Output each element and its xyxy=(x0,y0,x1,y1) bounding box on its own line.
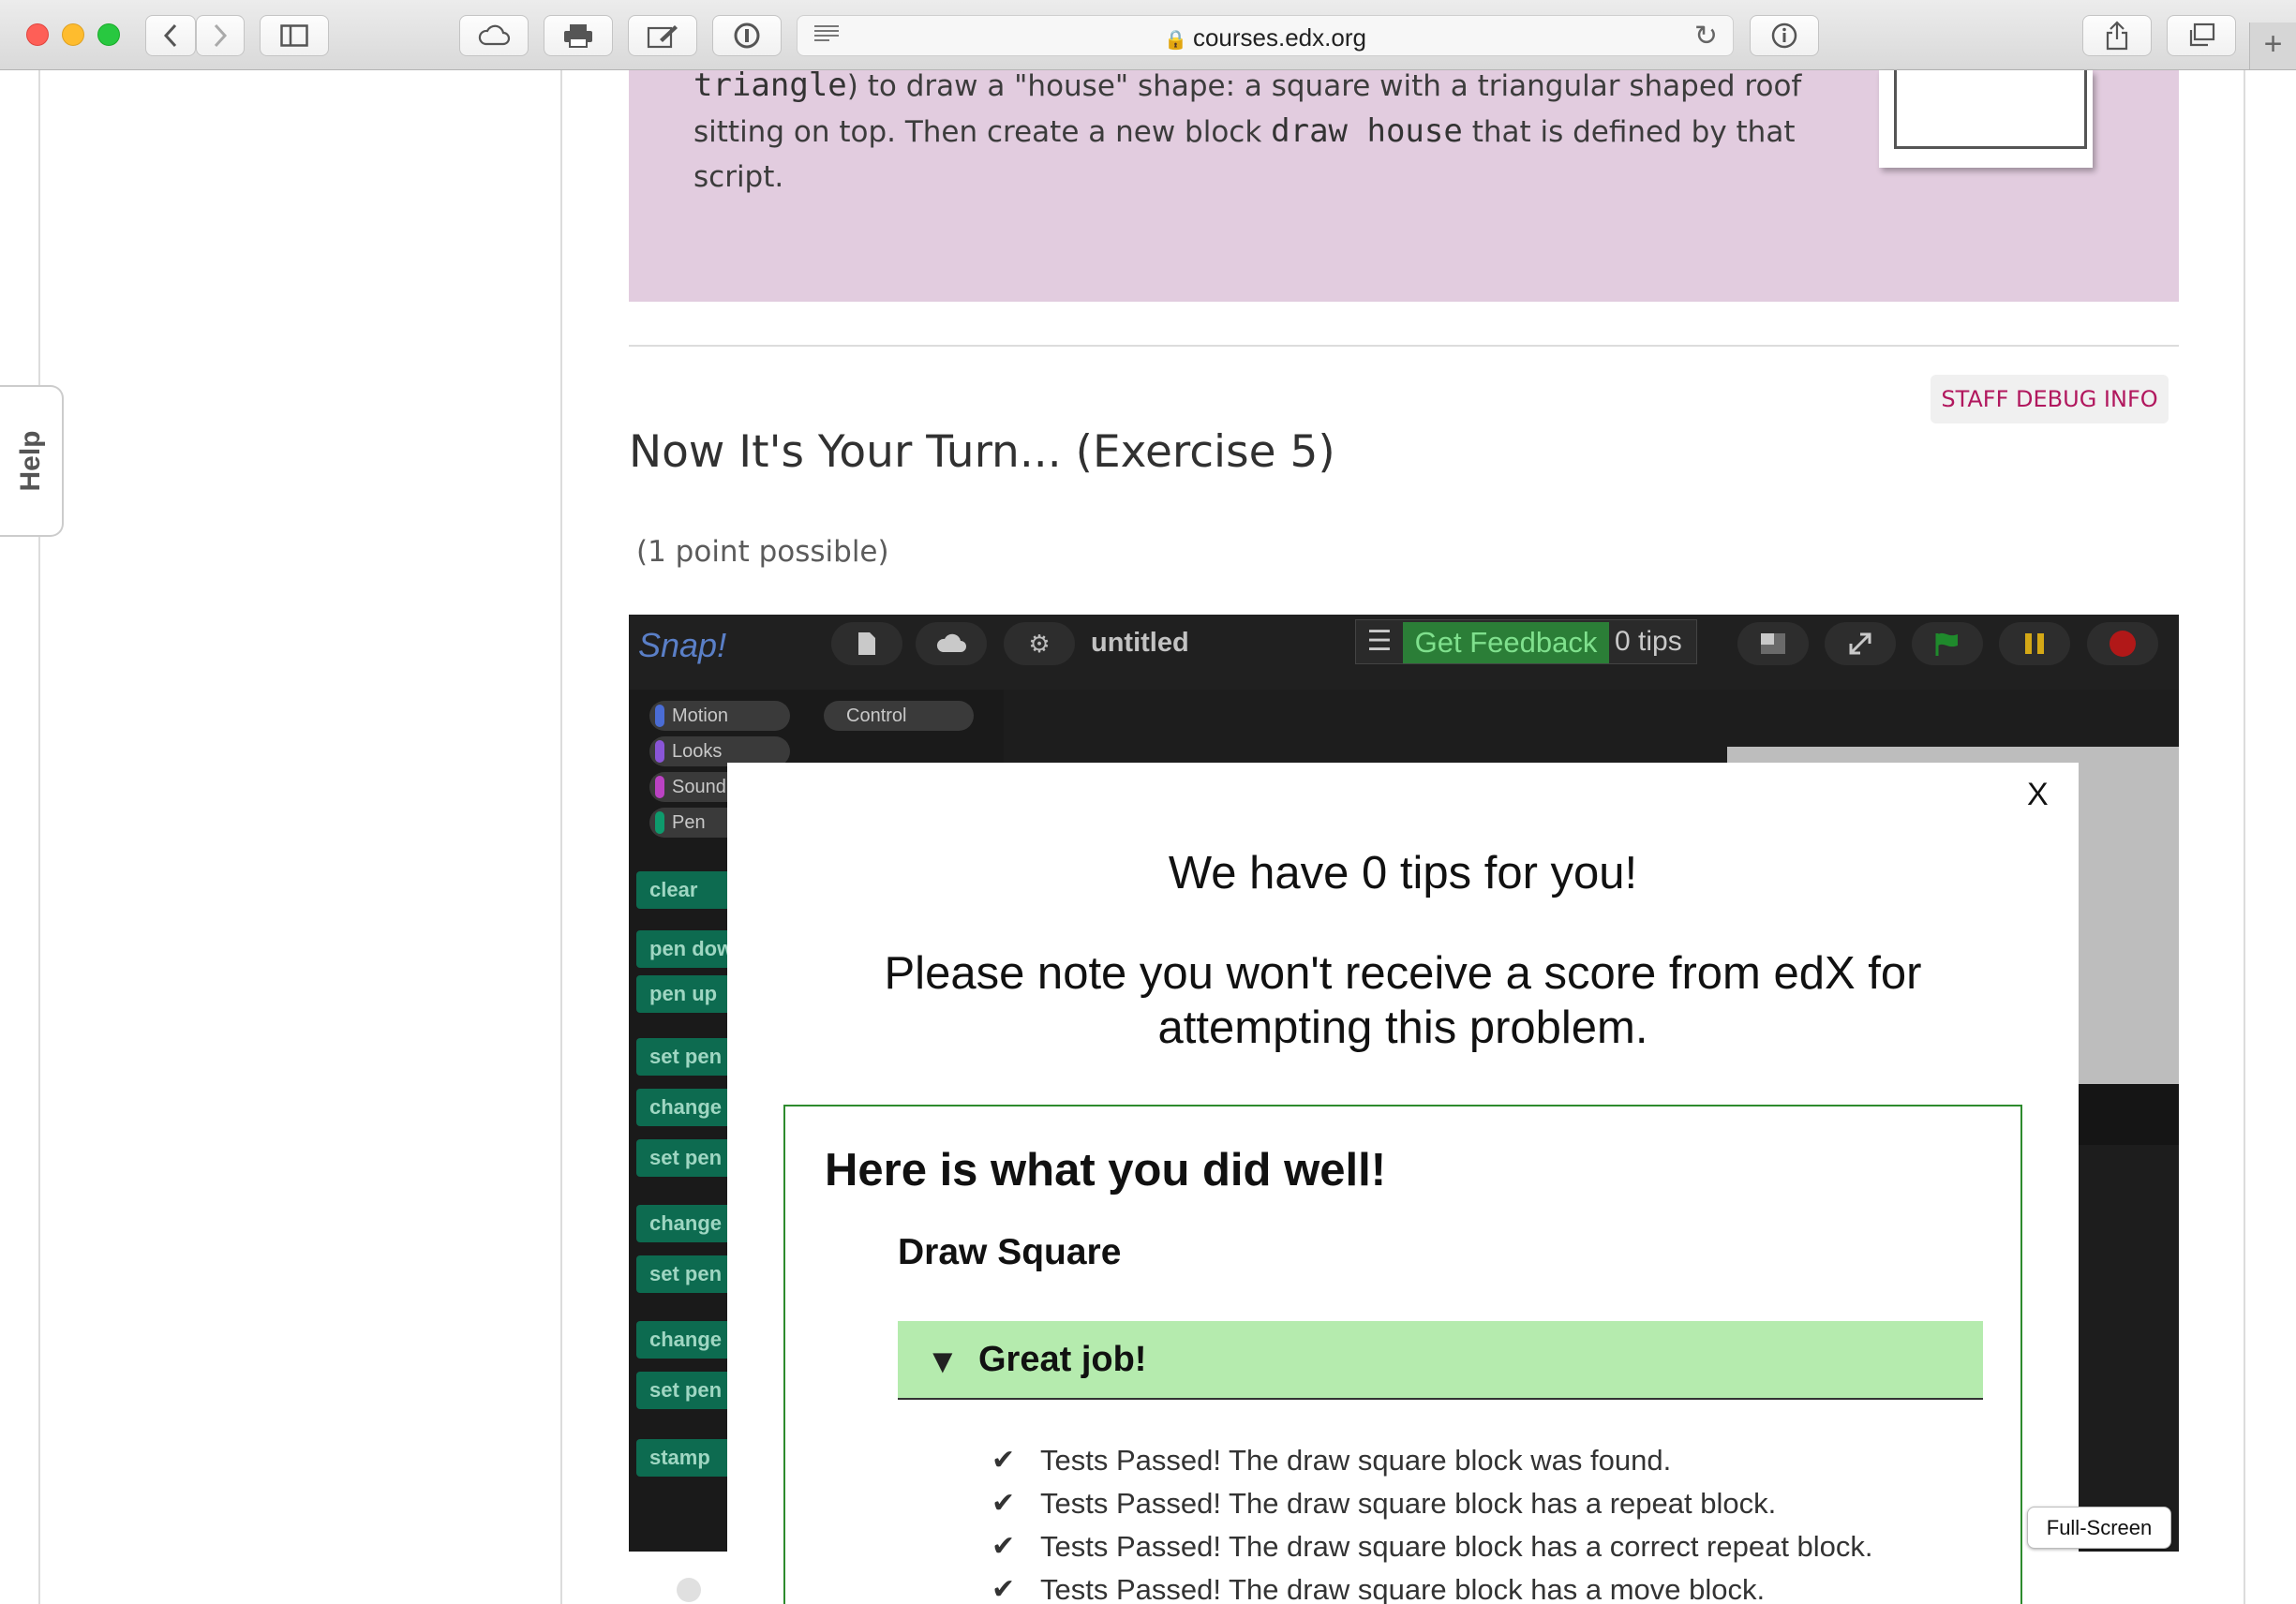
house-example-image xyxy=(1879,70,2093,168)
checkmark-icon: ✔ xyxy=(991,1445,1016,1476)
code-triangle: triangle xyxy=(693,67,847,104)
instructions-text: triangle) to draw a "house" shape: a squ… xyxy=(693,67,1856,200)
instructions-line-3: script. xyxy=(693,160,784,194)
info-icon xyxy=(1771,22,1797,49)
instructions-line-2: sitting on top. Then create a new block … xyxy=(693,112,1796,150)
fullscreen-stage-button[interactable] xyxy=(1825,622,1896,665)
cloud-icon xyxy=(478,24,511,46)
new-tab-button[interactable]: + xyxy=(2249,22,2296,69)
info-button[interactable] xyxy=(1750,15,1819,56)
chevron-right-icon xyxy=(214,23,228,48)
snap-toolbar: Snap! ⚙ untitled ☰ Get Feedback 0 tips xyxy=(629,615,2179,690)
file-menu-button[interactable] xyxy=(831,622,902,665)
code-draw-house: draw house xyxy=(1271,112,1463,150)
points-possible: (1 point possible) xyxy=(636,535,889,569)
category-control[interactable]: Control xyxy=(824,701,974,731)
test-result-text: Tests Passed! The draw square block was … xyxy=(1040,1444,1672,1477)
checkmark-icon: ✔ xyxy=(991,1531,1016,1562)
close-modal-button[interactable]: X xyxy=(2027,777,2049,813)
zoom-window-button[interactable] xyxy=(97,23,120,46)
help-tab-label: Help xyxy=(15,430,46,492)
stage-size-button[interactable] xyxy=(1737,622,1809,665)
green-flag-icon xyxy=(1935,632,1958,656)
stage-size-icon xyxy=(1761,633,1785,654)
great-job-toggle[interactable]: ▼ Great job! xyxy=(898,1321,1983,1400)
did-well-panel: Here is what you did well! Draw Square ▼… xyxy=(783,1105,2022,1604)
browser-toolbar: 🔒 courses.edx.org ↻ + xyxy=(0,0,2296,70)
forward-button[interactable] xyxy=(196,15,245,56)
did-well-title: Here is what you did well! xyxy=(825,1145,1387,1196)
markup-button[interactable] xyxy=(628,15,697,56)
green-flag-button[interactable] xyxy=(1912,622,1983,665)
sidebar-divider xyxy=(560,70,562,1604)
project-name: untitled xyxy=(1091,628,1189,658)
pause-button[interactable] xyxy=(1999,622,2070,665)
section-divider xyxy=(629,345,2179,347)
sidebar-icon xyxy=(280,24,308,47)
share-icon xyxy=(2106,21,2128,51)
share-button[interactable] xyxy=(2082,15,2152,56)
draw-square-title: Draw Square xyxy=(898,1232,1122,1272)
back-button[interactable] xyxy=(145,15,196,56)
instructions-panel: triangle) to draw a "house" shape: a squ… xyxy=(629,67,2179,302)
collapse-triangle-icon: ▼ xyxy=(926,1342,960,1380)
left-divider xyxy=(38,70,40,1604)
tips-count: 0 tips xyxy=(1615,626,1682,657)
close-window-button[interactable] xyxy=(26,23,49,46)
minimize-window-button[interactable] xyxy=(62,23,84,46)
modal-note: Please note you won't receive a score fr… xyxy=(884,948,1922,1053)
url-text: courses.edx.org xyxy=(1192,23,1366,52)
expand-icon xyxy=(1849,632,1871,655)
get-feedback-button[interactable]: Get Feedback xyxy=(1403,622,1609,663)
page-content: Help triangle) to draw a "house" shape: … xyxy=(0,67,2296,1604)
checkmark-icon: ✔ xyxy=(991,1488,1016,1519)
scroll-indicator xyxy=(677,1578,701,1602)
stop-button[interactable] xyxy=(2087,622,2158,665)
reload-icon[interactable]: ↻ xyxy=(1694,20,1718,52)
pause-icon xyxy=(2025,633,2044,654)
help-tab[interactable]: Help xyxy=(0,385,64,537)
pencil-icon xyxy=(647,25,678,49)
category-motion[interactable]: Motion xyxy=(649,701,790,731)
staff-debug-button[interactable]: STAFF DEBUG INFO xyxy=(1931,375,2169,423)
print-button[interactable] xyxy=(544,15,613,56)
exercise-title: Now It's Your Turn... (Exercise 5) xyxy=(629,426,1335,478)
1password-icon xyxy=(734,22,760,49)
tabs-icon xyxy=(2189,22,2215,47)
url-display: 🔒 courses.edx.org xyxy=(798,23,1733,52)
menu-icon[interactable]: ☰ xyxy=(1362,626,1397,660)
test-result-text: Tests Passed! The draw square block has … xyxy=(1040,1487,1777,1520)
modal-heading: We have 0 tips for you! xyxy=(1168,848,1638,899)
icloud-button[interactable] xyxy=(459,15,529,56)
lock-icon: 🔒 xyxy=(1164,30,1187,51)
great-job-label: Great job! xyxy=(978,1340,1147,1379)
chevron-left-icon xyxy=(163,23,177,48)
feedback-toolbar: ☰ Get Feedback 0 tips xyxy=(1355,619,1697,664)
tabs-overview-button[interactable] xyxy=(2167,15,2236,56)
file-icon xyxy=(858,632,875,655)
stop-icon xyxy=(2110,631,2136,657)
password-manager-button[interactable] xyxy=(712,15,782,56)
gear-icon: ⚙ xyxy=(1028,629,1051,658)
cloud-menu-button[interactable] xyxy=(916,622,987,665)
test-result-text: Tests Passed! The draw square block has … xyxy=(1040,1573,1766,1604)
address-bar[interactable]: 🔒 courses.edx.org ↻ xyxy=(797,15,1734,56)
checkmark-icon: ✔ xyxy=(991,1574,1016,1604)
sidebar-toggle-button[interactable] xyxy=(260,15,329,56)
feedback-modal: X We have 0 tips for you! Please note yo… xyxy=(727,763,2079,1604)
instructions-line-1: triangle) to draw a "house" shape: a squ… xyxy=(693,67,1802,104)
printer-icon xyxy=(564,24,592,48)
snap-logo[interactable]: Snap! xyxy=(638,626,726,665)
cloud-icon xyxy=(936,633,966,652)
full-screen-button[interactable]: Full-Screen xyxy=(2027,1507,2171,1549)
test-result-text: Tests Passed! The draw square block has … xyxy=(1040,1530,1873,1563)
settings-menu-button[interactable]: ⚙ xyxy=(1004,622,1075,665)
right-divider xyxy=(2244,70,2245,1604)
